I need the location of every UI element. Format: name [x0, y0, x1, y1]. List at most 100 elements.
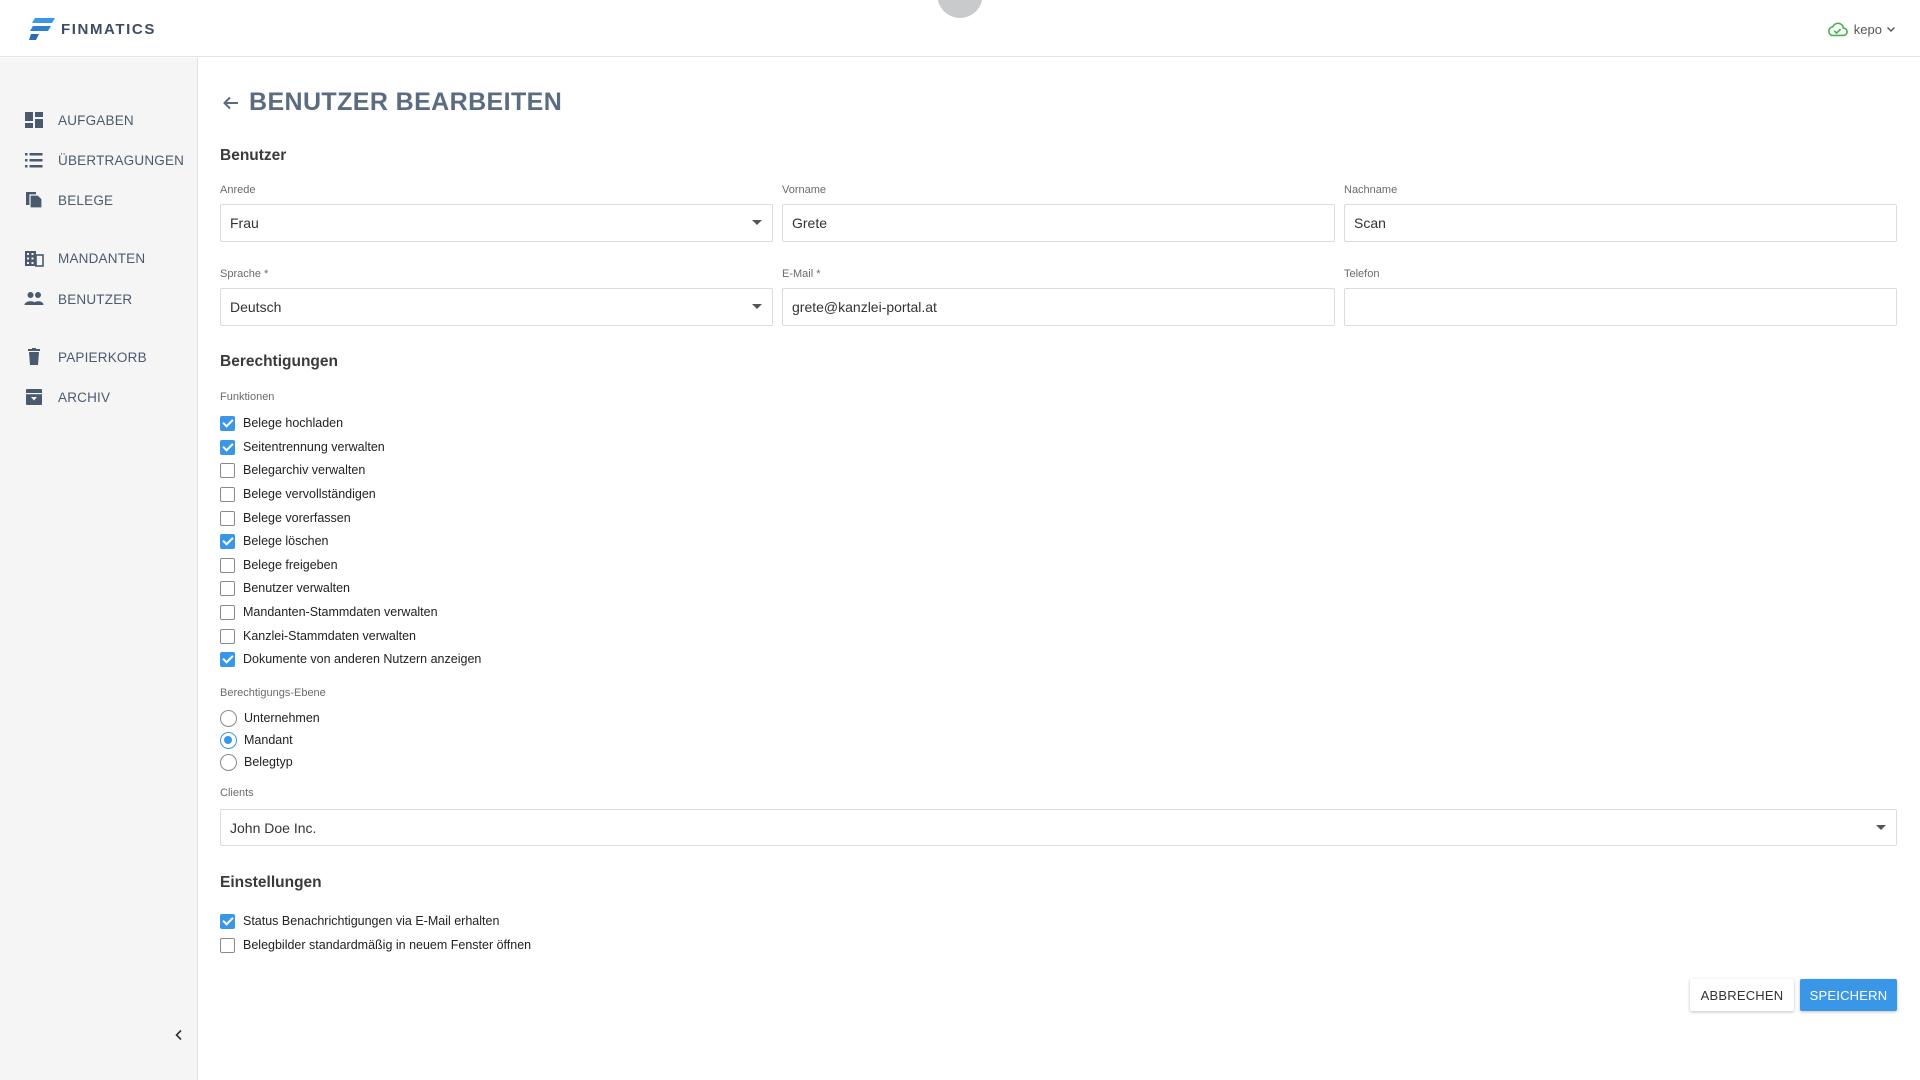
top-bar: FINMATICS kepo	[0, 0, 1920, 57]
phone-field[interactable]	[1344, 288, 1897, 326]
clients-label: Clients	[220, 787, 254, 799]
sidebar-item-label: BELEGE	[58, 192, 114, 208]
sidebar-item-benutzer[interactable]: BENUTZER	[0, 281, 197, 317]
sidebar-item-label: ARCHIV	[58, 389, 111, 405]
permission-checkbox[interactable]: Benutzer verwalten	[220, 578, 350, 598]
page-header: BENUTZER BEARBEITEN	[221, 88, 562, 117]
checkbox-checked-icon	[220, 913, 235, 929]
sidebar-item-label: AUFGABEN	[58, 112, 134, 128]
sidebar-item-mandanten[interactable]: MANDANTEN	[0, 240, 197, 276]
checkbox-label: Belege hochladen	[243, 416, 344, 430]
permission-checkbox[interactable]: Belegarchiv verwalten	[220, 460, 365, 480]
sidebar-item-uebertragungen[interactable]: ÜBERTRAGUNGEN	[0, 142, 197, 178]
email-label: E-Mail *	[782, 268, 821, 280]
first-name-label: Vorname	[782, 184, 827, 196]
checkbox-label: Belegarchiv verwalten	[243, 463, 366, 477]
checkbox-checked-icon	[220, 415, 235, 431]
checkbox-label: Belege löschen	[243, 534, 329, 548]
checkbox-unchecked-icon	[220, 510, 235, 526]
sidebar-item-papierkorb[interactable]: PAPIERKORB	[0, 339, 197, 375]
trash-icon	[24, 348, 44, 366]
checkbox-label: Status Benachrichtigungen via E-Mail erh…	[243, 914, 500, 928]
permission-checkbox[interactable]: Mandanten-Stammdaten verwalten	[220, 602, 438, 622]
sidebar-item-belege[interactable]: BELEGE	[0, 182, 197, 218]
checkbox-label: Mandanten-Stammdaten verwalten	[243, 605, 438, 619]
top-handle[interactable]	[937, 0, 983, 18]
permission-checkbox[interactable]: Belege vorerfassen	[220, 508, 351, 528]
settings-checkbox[interactable]: Status Benachrichtigungen via E-Mail erh…	[220, 911, 499, 931]
cancel-button[interactable]: ABBRECHEN	[1690, 979, 1794, 1011]
cloud-check-icon	[1827, 22, 1848, 37]
salutation-value: Frau	[230, 215, 259, 231]
sidebar-item-archiv[interactable]: ARCHIV	[0, 379, 197, 415]
permission-checkbox[interactable]: Belege vervollständigen	[220, 484, 376, 504]
documents-icon	[24, 191, 44, 209]
permission-checkbox[interactable]: Belege hochladen	[220, 413, 343, 433]
checkbox-label: Belege vorerfassen	[243, 511, 351, 525]
checkbox-label: Benutzer verwalten	[243, 581, 351, 595]
checkbox-unchecked-icon	[220, 486, 235, 502]
section-title-settings: Einstellungen	[220, 874, 322, 891]
first-name-field[interactable]: Grete	[782, 204, 1335, 242]
permission-checkbox[interactable]: Belege freigeben	[220, 555, 338, 575]
sidebar-item-label: PAPIERKORB	[58, 349, 147, 365]
language-label: Sprache *	[220, 268, 269, 280]
checkbox-label: Seitentrennung verwalten	[243, 440, 385, 454]
dropdown-caret-icon	[1876, 825, 1886, 830]
user-menu[interactable]: kepo	[1826, 19, 1896, 39]
dropdown-caret-icon	[752, 304, 762, 309]
checkbox-label: Belegbilder standardmäßig in neuem Fenst…	[243, 938, 532, 952]
collapse-sidebar-button[interactable]	[170, 1026, 188, 1044]
permission-checkbox[interactable]: Dokumente von anderen Nutzern anzeigen	[220, 649, 481, 669]
radio-unselected-icon	[220, 753, 237, 771]
permission-level-radio[interactable]: Unternehmen	[220, 708, 320, 728]
brand-name: FINMATICS	[61, 20, 156, 38]
archive-icon	[24, 388, 44, 406]
permission-level-radio[interactable]: Belegtyp	[220, 752, 293, 772]
section-title-permissions: Berechtigungen	[220, 353, 338, 370]
checkbox-checked-icon	[220, 651, 235, 667]
email-field[interactable]: grete@kanzlei-portal.at	[782, 288, 1335, 326]
permission-level-radio[interactable]: Mandant	[220, 730, 293, 750]
building-icon	[24, 249, 44, 267]
sidebar-item-label: BENUTZER	[58, 291, 133, 307]
clients-value: John Doe Inc.	[230, 819, 317, 836]
phone-label: Telefon	[1344, 268, 1380, 280]
checkbox-unchecked-icon	[220, 937, 235, 953]
page-title: BENUTZER BEARBEITEN	[249, 88, 563, 116]
checkbox-label: Dokumente von anderen Nutzern anzeigen	[243, 652, 482, 666]
back-button[interactable]	[221, 93, 241, 113]
finmatics-logo-icon	[29, 18, 55, 40]
permission-checkbox[interactable]: Belege löschen	[220, 531, 328, 551]
checkbox-label: Belege freigeben	[243, 558, 338, 572]
permission-level-label: Berechtigungs-Ebene	[220, 687, 326, 699]
section-title-user: Benutzer	[220, 147, 287, 164]
settings-checkbox[interactable]: Belegbilder standardmäßig in neuem Fenst…	[220, 935, 531, 955]
salutation-select[interactable]: Frau	[220, 204, 773, 242]
sidebar-item-aufgaben[interactable]: AUFGABEN	[0, 102, 197, 138]
checkbox-label: Belege vervollständigen	[243, 487, 376, 501]
last-name-field[interactable]: Scan	[1344, 204, 1897, 242]
people-icon	[24, 290, 44, 308]
radio-label: Belegtyp	[244, 755, 293, 769]
language-select[interactable]: Deutsch	[220, 288, 773, 326]
clients-select[interactable]: John Doe Inc.	[220, 809, 1897, 846]
radio-unselected-icon	[220, 709, 237, 727]
first-name-value: Grete	[792, 215, 828, 231]
dashboard-icon	[24, 111, 44, 129]
save-button[interactable]: SPEICHERN	[1800, 979, 1897, 1011]
last-name-label: Nachname	[1344, 184, 1398, 196]
arrow-left-icon	[223, 96, 238, 109]
checkbox-unchecked-icon	[220, 462, 235, 478]
logo[interactable]: FINMATICS	[29, 17, 156, 41]
radio-label: Mandant	[244, 733, 293, 747]
permission-checkbox[interactable]: Seitentrennung verwalten	[220, 437, 385, 457]
checkbox-label: Kanzlei-Stammdaten verwalten	[243, 629, 416, 643]
checkbox-unchecked-icon	[220, 580, 235, 596]
dropdown-caret-icon	[752, 220, 762, 225]
sidebar-item-label: MANDANTEN	[58, 250, 146, 266]
username: kepo	[1853, 21, 1882, 37]
permission-checkbox[interactable]: Kanzlei-Stammdaten verwalten	[220, 626, 416, 646]
checkbox-checked-icon	[220, 439, 235, 455]
salutation-label: Anrede	[220, 184, 256, 196]
